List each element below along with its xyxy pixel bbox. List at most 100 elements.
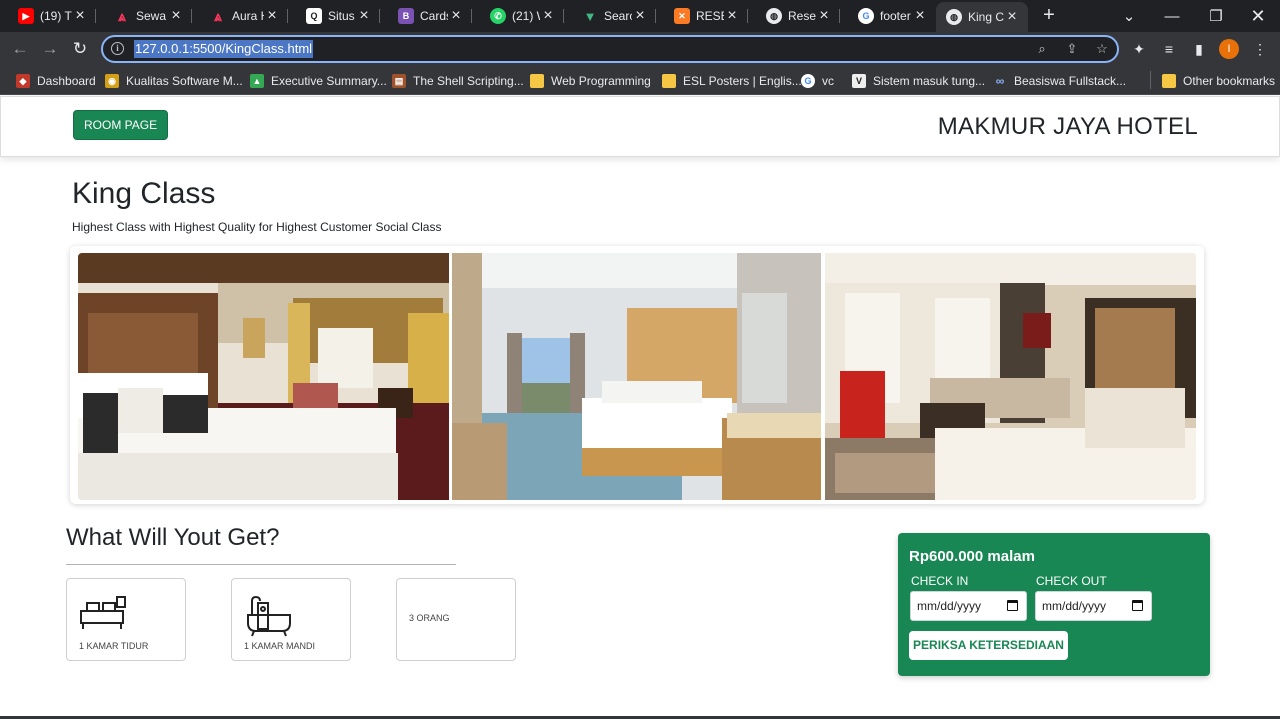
date-placeholder: mm/dd/yyyy (1042, 599, 1107, 613)
extensions-icon[interactable]: ✦ (1129, 39, 1149, 59)
youtube-icon: ▶ (18, 8, 34, 24)
airbnb-icon: ⩓ (214, 7, 222, 24)
browser-tab-active[interactable]: ◍ King C × (936, 2, 1028, 32)
close-icon[interactable]: × (724, 8, 740, 24)
reload-button[interactable]: ↻ (68, 37, 92, 61)
bookmark-label: Sistem masuk tung... (873, 74, 986, 88)
room-photo (825, 253, 1196, 500)
tab-title: Situs R (328, 9, 356, 23)
browser-tab[interactable]: ◍ Reserv × (748, 0, 840, 32)
browser-tab[interactable]: ⩓ Sewa F × (96, 0, 192, 32)
check-in-date-input[interactable]: mm/dd/yyyy (910, 591, 1027, 621)
web-page: ROOM PAGE MAKMUR JAYA HOTEL King Class H… (0, 96, 1280, 719)
bookmark-item[interactable]: V Sistem masuk tung... (852, 71, 985, 91)
browser-tab[interactable]: B Cards × (380, 0, 472, 32)
close-icon[interactable]: × (540, 8, 556, 24)
new-tab-button[interactable]: + (1038, 4, 1060, 26)
bookmark-label: Web Programming (551, 74, 651, 88)
share-icon[interactable]: ⇪ (1063, 40, 1081, 58)
browser-tab[interactable]: ▼ Search × (564, 0, 656, 32)
zoom-icon[interactable]: ⌕ (1033, 40, 1051, 58)
minimize-button[interactable]: — (1150, 0, 1194, 32)
calendar-icon[interactable] (1007, 600, 1018, 611)
book-icon: ▤ (392, 74, 406, 88)
close-icon[interactable]: × (72, 8, 88, 24)
tab-title: King C (968, 10, 1004, 24)
amenity-label: 1 KAMAR TIDUR (79, 641, 149, 651)
browser-tab[interactable]: Q Situs R × (288, 0, 380, 32)
bed-icon (80, 596, 126, 629)
whatsapp-icon: ✆ (490, 8, 506, 24)
bookmark-item[interactable]: ◆ Dashboard (16, 71, 96, 91)
close-icon[interactable]: × (1004, 9, 1020, 25)
folder-icon (530, 74, 544, 88)
folder-icon (662, 74, 676, 88)
close-icon[interactable]: × (356, 8, 372, 24)
room-price: Rp600.000 malam (909, 548, 1035, 565)
globe-icon: ◍ (766, 8, 782, 24)
menu-icon[interactable]: ⋮ (1250, 39, 1270, 59)
url-text[interactable]: 127.0.0.1:5500/KingClass.html (134, 40, 314, 58)
forward-button[interactable]: → (38, 37, 62, 61)
bookmark-label: Other bookmarks (1183, 74, 1276, 88)
quora-icon: Q (306, 8, 322, 24)
close-icon[interactable]: × (264, 8, 280, 24)
browser-tab[interactable]: G footer × (840, 0, 936, 32)
amenities-title: What Will Yout Get? (66, 524, 280, 551)
bookmark-item[interactable]: G vc (801, 71, 834, 91)
reading-list-icon[interactable]: ≡ (1159, 39, 1179, 59)
info-icon[interactable]: i (111, 42, 124, 55)
bookmarks-divider (1150, 71, 1151, 89)
bootstrap-icon: B (398, 8, 414, 24)
globe-icon: ◍ (946, 9, 962, 25)
profile-avatar[interactable]: I (1219, 39, 1239, 59)
room-title: King Class (72, 177, 216, 210)
folder-icon (1162, 74, 1176, 88)
bookmark-item[interactable]: ◉ Kualitas Software M... (105, 71, 243, 91)
window-close-button[interactable]: ✕ (1236, 0, 1280, 32)
side-panel-icon[interactable]: ▮ (1189, 39, 1209, 59)
bookmark-item[interactable]: ▲ Executive Summary... (250, 71, 387, 91)
close-icon[interactable]: × (448, 8, 464, 24)
bookmark-star-icon[interactable]: ☆ (1093, 40, 1111, 58)
browser-tab[interactable]: ▶ (19) Tu × (0, 0, 96, 32)
amenity-label: 1 KAMAR MANDI (244, 641, 316, 651)
check-availability-button[interactable]: PERIKSA KETERSEDIAAN (909, 631, 1068, 660)
back-button[interactable]: ← (8, 37, 32, 61)
v-icon: V (852, 74, 866, 88)
bookmark-item[interactable]: ∞ Beasiswa Fullstack... (993, 71, 1126, 91)
site-navbar: ROOM PAGE MAKMUR JAYA HOTEL (0, 96, 1280, 157)
address-bar[interactable]: i 127.0.0.1:5500/KingClass.html ⌕ ⇪ ☆ (101, 35, 1119, 63)
bathtub-icon (247, 595, 291, 637)
tab-search-button[interactable]: ⌄ (1107, 0, 1151, 32)
room-page-button[interactable]: ROOM PAGE (73, 110, 169, 140)
bookmark-item[interactable]: ESL Posters | Englis... (662, 71, 802, 91)
bookmark-item[interactable]: Web Programming (530, 71, 651, 91)
link-icon: ∞ (995, 74, 1005, 88)
other-bookmarks[interactable]: Other bookmarks (1162, 71, 1275, 91)
browser-tab[interactable]: ✕ RESER × (656, 0, 748, 32)
bookmark-label: ESL Posters | Englis... (683, 74, 802, 88)
bookmark-label: Executive Summary... (271, 74, 387, 88)
tab-title: footer (880, 9, 911, 23)
tab-title: Sewa F (136, 9, 168, 23)
bookmark-label: vc (822, 74, 834, 88)
bookmark-item[interactable]: ▤ The Shell Scripting... (392, 71, 524, 91)
close-icon[interactable]: × (912, 8, 928, 24)
maximize-button[interactable]: ❐ (1194, 0, 1238, 32)
browser-tab[interactable]: ✆ (21) W × (472, 0, 564, 32)
hotel-brand[interactable]: MAKMUR JAYA HOTEL (938, 113, 1198, 141)
close-icon[interactable]: × (168, 8, 184, 24)
room-subtitle: Highest Class with Highest Quality for H… (72, 220, 442, 234)
browser-tab-bar: ▶ (19) Tu × ⩓ Sewa F × ⩓ Aura H × Q Situ… (0, 0, 1280, 32)
amenity-card: 1 KAMAR TIDUR (66, 578, 186, 661)
bookmark-icon: ◉ (105, 74, 119, 88)
browser-tab[interactable]: ⩓ Aura H × (192, 0, 288, 32)
calendar-icon[interactable] (1132, 600, 1143, 611)
airbnb-icon: ⩓ (118, 7, 126, 24)
browser-toolbar: ← → ↻ i 127.0.0.1:5500/KingClass.html ⌕ … (0, 32, 1280, 66)
close-icon[interactable]: × (816, 8, 832, 24)
close-icon[interactable]: × (632, 8, 648, 24)
check-out-date-input[interactable]: mm/dd/yyyy (1035, 591, 1152, 621)
check-in-label: CHECK IN (911, 574, 969, 588)
